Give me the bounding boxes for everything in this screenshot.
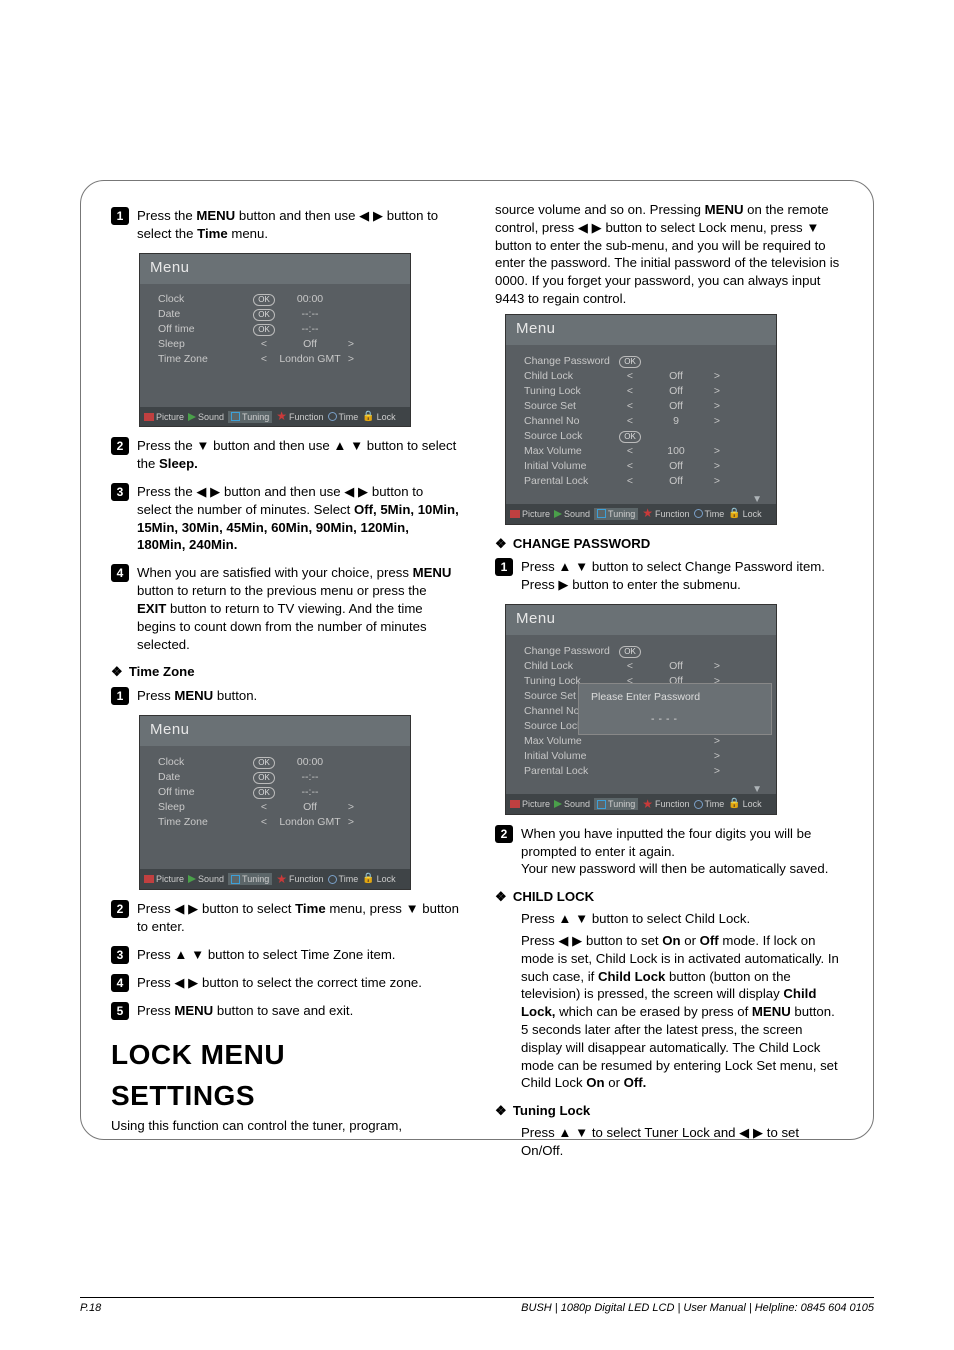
osd-row: Max Volume>	[524, 733, 764, 748]
osd-footer-function: ★Function	[642, 508, 689, 520]
overlay-title: Please Enter Password	[591, 690, 741, 704]
step-3: 3 Press the ◀ ▶ button and then use ◀ ▶ …	[111, 483, 459, 554]
subhead-child-lock: CHILD LOCK	[495, 888, 843, 906]
osd-footer-lock: 🔒Lock	[728, 507, 761, 521]
step-2: 2 Press the ▼ button and then use ▲ ▼ bu…	[111, 437, 459, 473]
osd-row: Time Zone<London GMT>	[158, 352, 398, 367]
child-lock-line1: Press ▲ ▼ button to select Child Lock.	[521, 910, 843, 928]
osd-footer-function: ★Function	[642, 798, 689, 810]
right-column: source volume and so on. Pressing MENU o…	[495, 201, 843, 1119]
step-number-icon: 4	[111, 974, 129, 992]
osd-row: DateOK--:--	[158, 769, 398, 784]
osd-footer-lock: 🔒Lock	[728, 797, 761, 811]
subhead-time-zone: Time Zone	[111, 663, 459, 681]
osd-row: Off timeOK--:--	[158, 322, 398, 337]
osd-row: Tuning Lock<Off>	[524, 383, 764, 398]
osd-footer-sound: Sound	[554, 798, 590, 810]
osd-footer-tuning: Tuning	[228, 873, 272, 885]
osd-footer-function: ★Function	[276, 411, 323, 423]
osd-row: Parental Lock<Off>	[524, 473, 764, 488]
osd-footer-time: Time	[328, 873, 359, 885]
step-number-icon: 4	[111, 564, 129, 582]
osd-title: Menu	[506, 605, 776, 635]
osd-footer-sound: Sound	[554, 508, 590, 520]
lock-intro: source volume and so on. Pressing MENU o…	[495, 201, 843, 308]
osd-row: Channel No<9>	[524, 413, 764, 428]
tz-step-4: 4 Press ◀ ▶ button to select the correct…	[111, 974, 459, 992]
osd-footer-tuning: Tuning	[228, 411, 272, 423]
step-number-icon: 2	[495, 825, 513, 843]
step-number-icon: 1	[111, 207, 129, 225]
osd-footer-sound: Sound	[188, 411, 224, 423]
subhead-change-password: CHANGE PASSWORD	[495, 535, 843, 553]
osd-footer-time: Time	[328, 411, 359, 423]
osd-title: Menu	[140, 254, 410, 284]
subhead-tuning-lock: Tuning Lock	[495, 1102, 843, 1120]
osd-row: Initial Volume>	[524, 748, 764, 763]
tuning-lock-line: Press ▲ ▼ to select Tuner Lock and ◀ ▶ t…	[521, 1124, 843, 1160]
page-number: P.18	[80, 1302, 101, 1314]
cp-step-1: 1 Press ▲ ▼ button to select Change Pass…	[495, 558, 843, 594]
osd-row: Sleep<Off>	[158, 799, 398, 814]
osd-row: Sleep<Off>	[158, 337, 398, 352]
step-number-icon: 2	[111, 900, 129, 918]
osd-row: Source LockOK	[524, 428, 764, 443]
osd-title: Menu	[140, 716, 410, 746]
tz-step-3: 3 Press ▲ ▼ button to select Time Zone i…	[111, 946, 459, 964]
heading-lock-menu: LOCK MENU	[111, 1036, 459, 1074]
step-number-icon: 1	[495, 558, 513, 576]
step-number-icon: 3	[111, 946, 129, 964]
osd-row: Parental Lock>	[524, 763, 764, 778]
osd-row: Initial Volume<Off>	[524, 458, 764, 473]
osd-row: Max Volume<100>	[524, 443, 764, 458]
osd-footer-tuning: Tuning	[594, 508, 638, 520]
footer-text: BUSH | 1080p Digital LED LCD | User Manu…	[521, 1302, 874, 1314]
osd-footer-tuning: Tuning	[594, 798, 638, 810]
page-footer: P.18 BUSH | 1080p Digital LED LCD | User…	[80, 1297, 874, 1314]
step-number-icon: 5	[111, 1002, 129, 1020]
osd-row: ClockOK00:00	[158, 292, 398, 307]
osd-lock-menu-password: Menu Change PasswordOKChild Lock<Off> Tun…	[505, 604, 777, 815]
password-overlay: Please Enter Password ----	[578, 683, 772, 735]
tz-step-1: 1 Press MENU button.	[111, 687, 459, 705]
osd-title: Menu	[506, 315, 776, 345]
osd-lock-menu: Menu Change PasswordOKChild Lock<Off>Tun…	[505, 314, 777, 525]
osd-footer-time: Time	[694, 798, 725, 810]
step-number-icon: 1	[111, 687, 129, 705]
osd-time-menu-1: Menu ClockOK00:00DateOK--:--Off timeOK--…	[139, 253, 411, 428]
osd-row: Change PasswordOK	[524, 353, 764, 368]
osd-footer-picture: Picture	[144, 411, 184, 423]
osd-row: Off timeOK--:--	[158, 784, 398, 799]
osd-footer-sound: Sound	[188, 873, 224, 885]
osd-time-menu-2: Menu ClockOK00:00DateOK--:--Off timeOK--…	[139, 715, 411, 890]
osd-footer-lock: 🔒Lock	[362, 410, 395, 424]
osd-row: ClockOK00:00	[158, 754, 398, 769]
overlay-value: ----	[591, 712, 741, 726]
osd-row: Child Lock<Off>	[524, 368, 764, 383]
osd-row: Source Set<Off>	[524, 398, 764, 413]
page-content-frame: 1 Press the MENU button and then use ◀ ▶…	[80, 180, 874, 1140]
osd-row: Change PasswordOK	[524, 643, 764, 658]
tz-step-2: 2 Press ◀ ▶ button to select Time menu, …	[111, 900, 459, 936]
tz-step-5: 5 Press MENU button to save and exit.	[111, 1002, 459, 1020]
osd-row: DateOK--:--	[158, 307, 398, 322]
osd-footer-picture: Picture	[510, 508, 550, 520]
cp-step-2: 2 When you have inputted the four digits…	[495, 825, 843, 878]
lock-intro-tail: Using this function can control the tune…	[111, 1117, 459, 1135]
child-lock-para: Press ◀ ▶ button to set On or Off mode. …	[521, 932, 843, 1092]
step-number-icon: 2	[111, 437, 129, 455]
heading-settings: SETTINGS	[111, 1077, 459, 1115]
osd-row: Child Lock<Off>	[524, 658, 764, 673]
osd-footer-time: Time	[694, 508, 725, 520]
left-column: 1 Press the MENU button and then use ◀ ▶…	[111, 201, 459, 1119]
osd-footer-picture: Picture	[144, 873, 184, 885]
step-4: 4 When you are satisfied with your choic…	[111, 564, 459, 653]
osd-footer-lock: 🔒Lock	[362, 872, 395, 886]
step-1: 1 Press the MENU button and then use ◀ ▶…	[111, 207, 459, 243]
osd-footer-picture: Picture	[510, 798, 550, 810]
osd-footer-function: ★Function	[276, 873, 323, 885]
osd-row: Time Zone<London GMT>	[158, 814, 398, 829]
step-number-icon: 3	[111, 483, 129, 501]
